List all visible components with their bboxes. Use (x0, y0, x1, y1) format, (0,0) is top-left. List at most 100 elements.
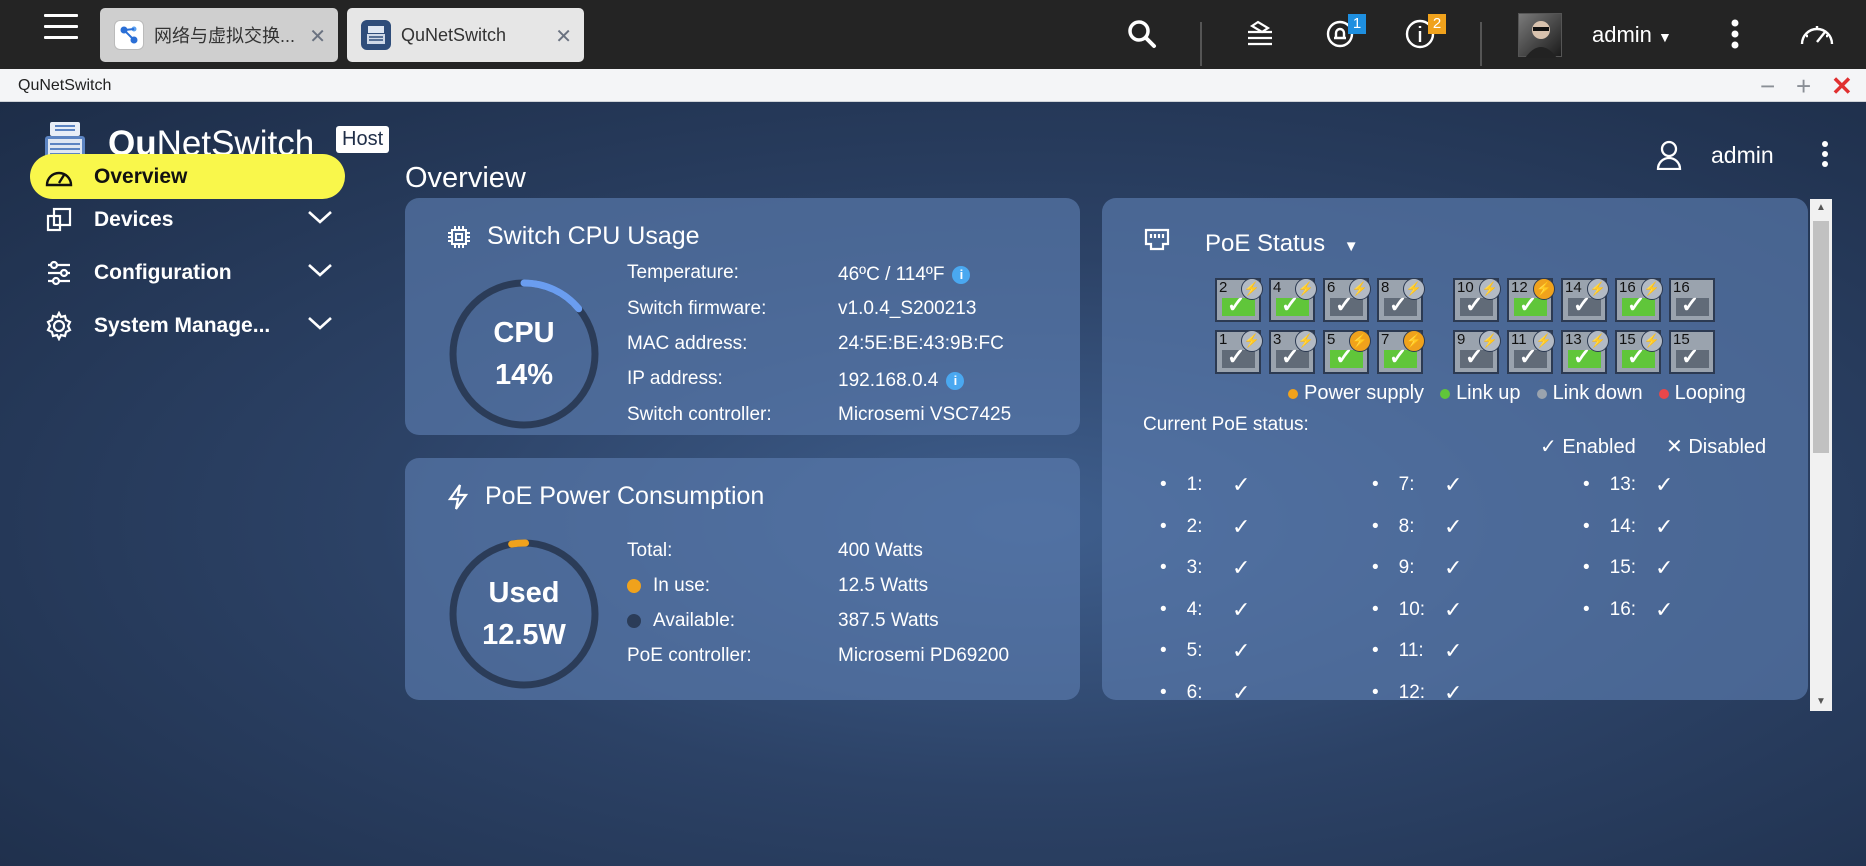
ethernet-port-icon (1144, 228, 1170, 257)
poe-power-card: PoE Power Consumption Used 12.5W Total: … (405, 458, 1080, 700)
port-label: 8: (1398, 515, 1415, 537)
bullet: • (1160, 598, 1167, 620)
bullet: • (1583, 474, 1590, 495)
controller-label: Switch controller: (627, 404, 772, 425)
app-area: QuNetSwitch Host admin Overview Devices … (0, 102, 1866, 866)
poe-status-dropdown[interactable]: PoE Status ▼ (1205, 230, 1359, 258)
switch-port[interactable]: 5 ✓ ⚡ (1323, 330, 1371, 374)
tab-qunetswitch[interactable]: QuNetSwitch ✕ (347, 8, 584, 62)
switch-port[interactable]: 11 ✓ ⚡ (1507, 330, 1555, 374)
switch-port[interactable]: 16 ✓ ⚡ (1615, 278, 1663, 322)
user-icon[interactable] (1656, 140, 1682, 175)
power-icon: ⚡ (1587, 278, 1609, 300)
switch-port[interactable]: 4 ✓ ⚡ (1269, 278, 1317, 322)
search-icon[interactable] (1122, 14, 1162, 54)
port-label: 12: (1398, 682, 1426, 700)
maximize-icon[interactable]: + (1796, 73, 1811, 99)
bullet: • (1160, 557, 1167, 579)
switch-port[interactable]: 6 ✓ ⚡ (1323, 278, 1371, 322)
power-icon: ⚡ (1241, 330, 1263, 352)
enabled-check-icon: ✓ (1444, 555, 1463, 581)
ring-label-top: CPU (493, 317, 555, 349)
user-menu[interactable]: admin ▼ (1592, 22, 1672, 48)
switch-port[interactable]: 10 ✓ ⚡ (1453, 278, 1501, 322)
in-use-dot (627, 578, 641, 593)
bullet: • (1160, 682, 1167, 700)
switch-port[interactable]: 15 ✓ (1669, 330, 1715, 374)
enabled-check-icon: ✓ (1232, 596, 1251, 622)
total-value: 400 Watts (838, 540, 923, 561)
app-more-options-icon[interactable] (1821, 140, 1829, 173)
mac-label: MAC address: (627, 333, 748, 354)
avatar[interactable] (1518, 13, 1562, 58)
power-icon: ⚡ (1403, 330, 1425, 352)
available-value: 387.5 Watts (838, 610, 939, 631)
scroll-thumb[interactable] (1813, 221, 1829, 453)
switch-port[interactable]: 7 ✓ ⚡ (1377, 330, 1425, 374)
enabled-check-icon: ✓ (1655, 472, 1674, 497)
scroll-up-icon[interactable]: ▲ (1810, 199, 1832, 217)
legend-looping: Looping (1658, 382, 1746, 405)
port-label: 3: (1186, 557, 1203, 579)
switch-port[interactable]: 14 ✓ ⚡ (1561, 278, 1609, 322)
bullet: • (1160, 515, 1167, 537)
switch-port[interactable]: 16 ✓ (1669, 278, 1715, 322)
poe-port-status: • 14: ✓ (1583, 514, 1673, 539)
hamburger-menu-icon[interactable] (44, 14, 78, 44)
header-username[interactable]: admin (1711, 142, 1774, 169)
power-icon: ⚡ (1403, 278, 1425, 300)
nav-devices[interactable]: Devices (30, 197, 345, 242)
tab-network-virtual-switch[interactable]: 网络与虚拟交换... ✕ (100, 8, 338, 62)
window-title-bar: QuNetSwitch − + ✕ (0, 69, 1866, 102)
switch-port[interactable]: 13 ✓ ⚡ (1561, 330, 1609, 374)
enabled-check-icon: ✓ (1444, 638, 1463, 664)
power-icon: ⚡ (1533, 278, 1555, 300)
power-icon: ⚡ (1479, 278, 1501, 300)
close-tab-icon[interactable]: ✕ (555, 24, 572, 49)
cpu-ring-gauge: CPU 14% (446, 276, 602, 432)
port-label: 5: (1186, 640, 1203, 662)
ip-value: 192.168.0.4 i (838, 370, 965, 392)
legend-power-supply: Power supply (1288, 382, 1424, 405)
nav-configuration[interactable]: Configuration (30, 250, 345, 295)
switch-port[interactable]: 9 ✓ ⚡ (1453, 330, 1501, 374)
info-icon[interactable]: 2 (1400, 14, 1446, 54)
bullet: • (1372, 474, 1379, 495)
firmware-value: v1.0.4_S200213 (838, 298, 977, 319)
switch-port[interactable]: 12 ✓ ⚡ (1507, 278, 1555, 322)
scroll-down-icon[interactable]: ▼ (1810, 693, 1832, 711)
background-tasks-icon[interactable] (1240, 14, 1280, 54)
nav-overview[interactable]: Overview (30, 154, 345, 199)
bullet: • (1583, 598, 1590, 620)
switch-port[interactable]: 3 ✓ ⚡ (1269, 330, 1317, 374)
port-label: 13: (1609, 474, 1637, 495)
nav-system-management[interactable]: System Manage... (30, 303, 345, 348)
port-label: 6: (1186, 682, 1203, 700)
poe-port-status: • 10: ✓ (1372, 597, 1462, 622)
close-window-icon[interactable]: ✕ (1831, 73, 1853, 99)
poe-port-status: • 15: ✓ (1583, 555, 1673, 580)
enabled-check-icon: ✓ (1655, 596, 1674, 622)
more-options-icon[interactable] (1715, 14, 1755, 54)
bullet: • (1372, 640, 1379, 662)
in-use-label: In use: (627, 575, 710, 597)
poe-port-status: • 12: ✓ (1372, 680, 1462, 700)
switch-port[interactable]: 15 ✓ ⚡ (1615, 330, 1663, 374)
enabled-check-icon: ✓ (1232, 513, 1251, 539)
ring-label-top: Used (488, 577, 560, 609)
info-icon[interactable]: i (946, 371, 965, 390)
scrollbar[interactable]: ▲ ▼ (1810, 199, 1832, 711)
bullet: • (1160, 640, 1167, 662)
dashboard-gauge-icon[interactable] (1797, 14, 1837, 54)
switch-port[interactable]: 1 ✓ ⚡ (1215, 330, 1263, 374)
switch-port[interactable]: 8 ✓ ⚡ (1377, 278, 1425, 322)
info-icon[interactable]: i (952, 265, 971, 284)
sliders-icon (44, 258, 74, 288)
notification-icon[interactable]: 1 (1320, 14, 1366, 54)
minimize-icon[interactable]: − (1760, 73, 1775, 99)
poe-port-status: • 1: ✓ (1160, 472, 1250, 497)
poe-port-status: • 16: ✓ (1583, 597, 1673, 622)
switch-port[interactable]: 2 ✓ ⚡ (1215, 278, 1263, 322)
close-tab-icon[interactable]: ✕ (309, 24, 326, 49)
network-app-icon (114, 20, 144, 50)
